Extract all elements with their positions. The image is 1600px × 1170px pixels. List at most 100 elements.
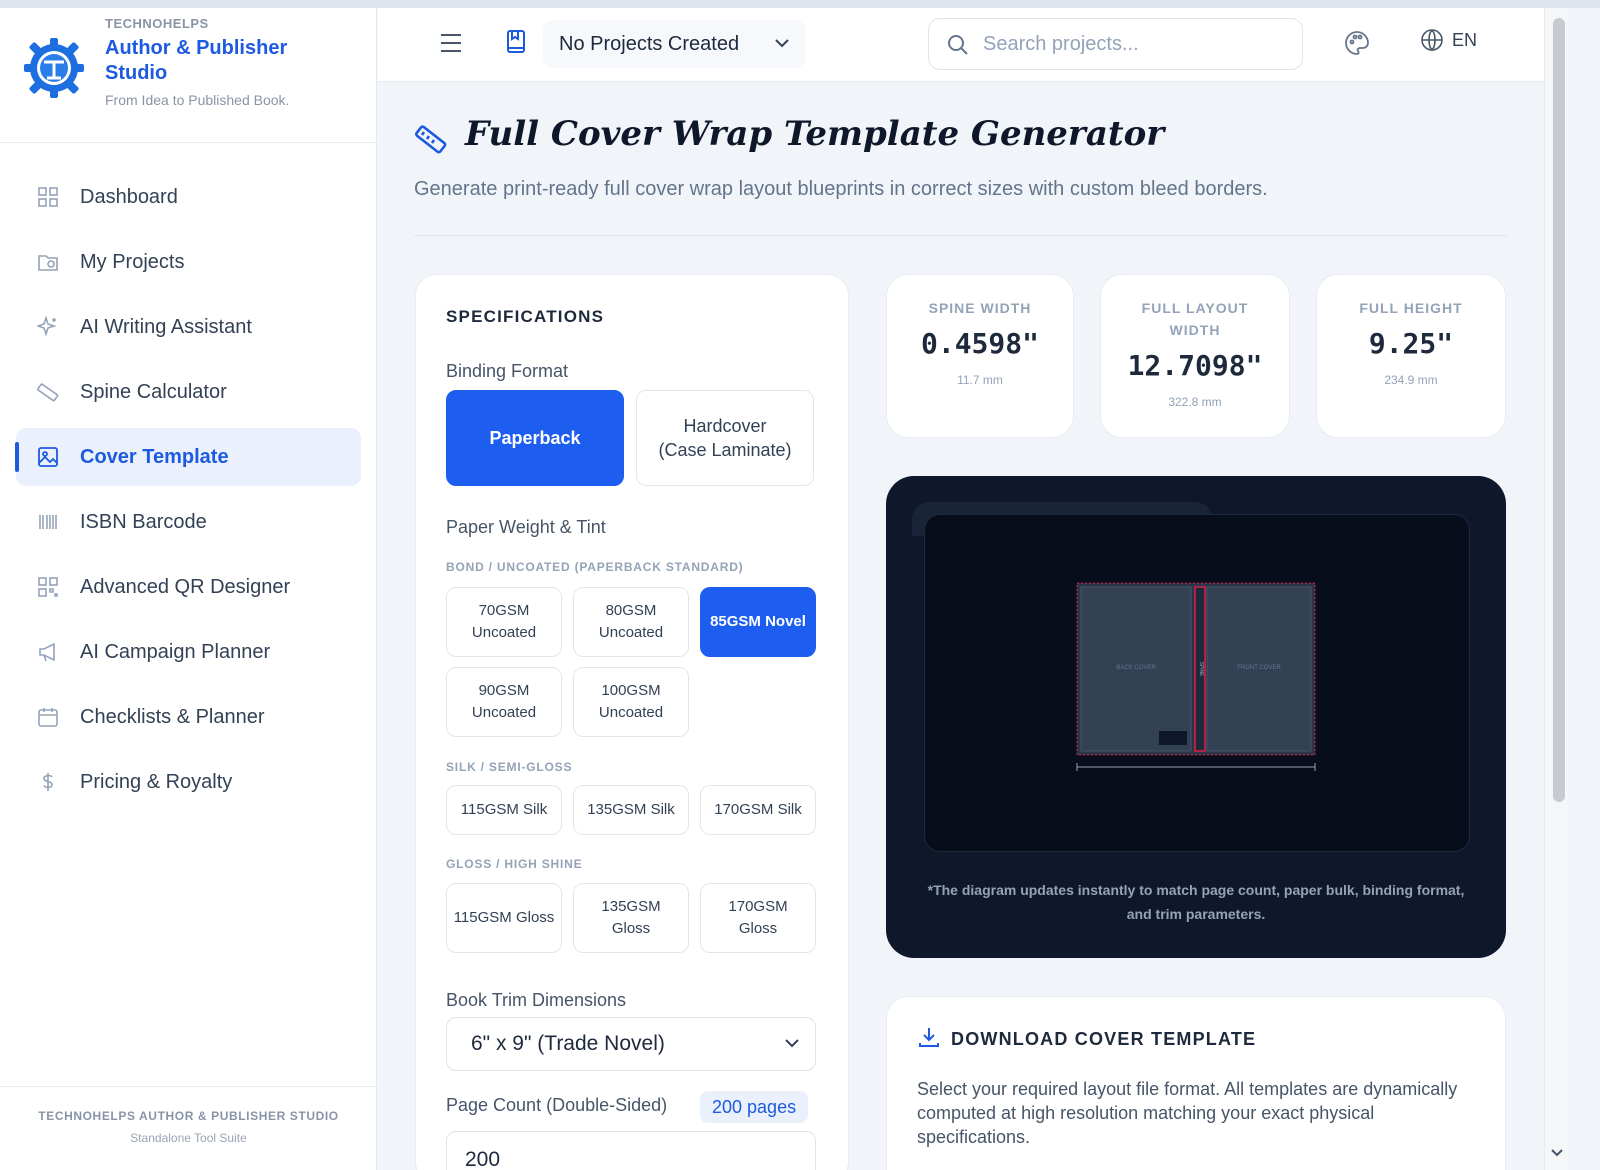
front-cover-label: FRONT COVER [1237, 665, 1281, 671]
dollar-icon [36, 770, 60, 794]
page-count-label: Page Count (Double-Sided) [446, 1095, 668, 1115]
specifications-heading: SPECIFICATIONS [446, 307, 605, 326]
trim-size-value: 6" x 9" (Trade Novel) [471, 1032, 665, 1055]
palette-icon[interactable] [1344, 30, 1370, 56]
footer-title: TECHNOHELPS AUTHOR & PUBLISHER STUDIO [38, 1109, 339, 1123]
window-top-strip [0, 0, 1600, 8]
stat-label: FULL HEIGHT [1359, 300, 1463, 316]
spine-label: SPINE [1198, 661, 1204, 677]
sidebar-item-label: Advanced QR Designer [80, 575, 291, 598]
search-icon [948, 35, 968, 55]
download-heading: DOWNLOAD COVER TEMPLATE [951, 1029, 1257, 1049]
brand-name[interactable]: Author & Publisher Studio [105, 36, 325, 86]
hamburger-menu-icon[interactable] [438, 30, 464, 56]
brand-company: TECHNOHELPS [105, 16, 209, 31]
brand-tagline: From Idea to Published Book. [105, 92, 290, 108]
ruler-icon [414, 125, 447, 154]
sidebar-item-spine-calculator[interactable]: Spine Calculator [16, 363, 361, 421]
scrollbar-thumb[interactable] [1553, 18, 1565, 802]
paper-100gsm-uncoated-button[interactable]: 100GSM Uncoated [573, 667, 689, 737]
group-label-bond-uncoated: BOND / UNCOATED (PAPERBACK STANDARD) [446, 560, 744, 574]
globe-icon [1421, 29, 1443, 52]
projects-icon [36, 250, 60, 274]
group-label-gloss: GLOSS / HIGH SHINE [446, 857, 583, 871]
full-height-stat: FULL HEIGHT 9.25" 234.9 mm [1316, 274, 1506, 438]
sidebar-item-isbn-barcode[interactable]: ISBN Barcode [16, 493, 361, 551]
ruler-icon [36, 380, 60, 404]
paperback-button[interactable]: Paperback [446, 390, 624, 486]
paper-135gsm-silk-button[interactable]: 135GSM Silk [573, 785, 689, 835]
sidebar-item-label: Cover Template [80, 445, 229, 468]
sidebar-item-label: Spine Calculator [80, 380, 227, 403]
search-box [928, 18, 1303, 70]
group-label-silk: SILK / SEMI-GLOSS [446, 760, 573, 774]
paper-70gsm-uncoated-button[interactable]: 70GSM Uncoated [446, 587, 562, 657]
footer-subtitle: Standalone Tool Suite [130, 1131, 247, 1145]
sidebar-nav: Dashboard My Projects AI Writing Assista… [15, 168, 361, 818]
sidebar-item-ai-writing-assistant[interactable]: AI Writing Assistant [16, 298, 361, 356]
paper-170gsm-gloss-button[interactable]: 170GSM Gloss [700, 883, 816, 953]
project-select-value: No Projects Created [559, 32, 740, 55]
cover-wrap-diagram: BACK COVER FRONT COVER SPINE [1076, 582, 1316, 771]
paper-weight-label: Paper Weight & Tint [446, 517, 606, 537]
download-description: Select your required layout file format.… [917, 1079, 1458, 1147]
sidebar-item-my-projects[interactable]: My Projects [16, 233, 361, 291]
paper-115gsm-gloss-button[interactable]: 115GSM Gloss [446, 883, 562, 953]
header-divider [414, 235, 1508, 236]
sidebar-item-ai-campaign-planner[interactable]: AI Campaign Planner [16, 623, 361, 681]
project-select[interactable]: No Projects Created [543, 20, 805, 68]
image-icon [36, 445, 60, 469]
stat-value: 9.25" [1368, 327, 1454, 360]
page-count-input[interactable]: 200 [446, 1131, 816, 1170]
sidebar-item-label: AI Writing Assistant [80, 315, 252, 338]
search-input[interactable] [983, 29, 1283, 59]
specifications-card: SPECIFICATIONS Binding Format Paperback … [415, 274, 849, 1170]
page-scrollbar[interactable] [1544, 8, 1568, 1170]
megaphone-icon [36, 640, 60, 664]
paper-80gsm-uncoated-button[interactable]: 80GSM Uncoated [573, 587, 689, 657]
trim-dimensions-label: Book Trim Dimensions [446, 990, 627, 1010]
sidebar-item-dashboard[interactable]: Dashboard [16, 168, 361, 226]
sidebar-item-advanced-qr-designer[interactable]: Advanced QR Designer [16, 558, 361, 616]
sidebar-item-label: AI Campaign Planner [80, 640, 271, 663]
sidebar-item-cover-template[interactable]: Cover Template [15, 428, 361, 486]
sidebar-item-checklists-planner[interactable]: Checklists & Planner [16, 688, 361, 746]
preview-note: *The diagram updates instantly to match … [927, 882, 1465, 922]
sidebar-item-pricing-royalty[interactable]: Pricing & Royalty [16, 753, 361, 811]
sidebar: TECHNOHELPS Author & Publisher Studio Fr… [0, 8, 377, 1170]
sparkle-icon [36, 315, 60, 339]
trim-size-select[interactable]: 6" x 9" (Trade Novel) [446, 1017, 816, 1071]
gear-logo-icon [24, 38, 84, 98]
download-template-card: DOWNLOAD COVER TEMPLATE Select your requ… [886, 996, 1506, 1170]
paper-85gsm-novel-button[interactable]: 85GSM Novel [700, 587, 816, 657]
scroll-down-arrow-icon[interactable] [1551, 1148, 1563, 1158]
stat-value: 0.4598" [920, 327, 1039, 360]
book-icon [507, 30, 525, 53]
page-title: Full Cover Wrap Template Generator [465, 114, 1165, 154]
full-layout-width-stat: FULL LAYOUT WIDTH 12.7098" 322.8 mm [1100, 274, 1290, 438]
sidebar-item-label: ISBN Barcode [80, 510, 207, 533]
brand-header: TECHNOHELPS Author & Publisher Studio Fr… [0, 8, 377, 143]
hardcover-button[interactable]: Hardcover (Case Laminate) [636, 390, 814, 486]
cover-preview-panel: BACK COVER FRONT COVER SPINE *The diagra… [886, 476, 1506, 958]
chevron-down-icon [775, 39, 789, 48]
language-selector[interactable]: EN [1420, 28, 1477, 52]
paper-170gsm-silk-button[interactable]: 170GSM Silk [700, 785, 816, 835]
back-cover-label: BACK COVER [1116, 665, 1156, 671]
sidebar-item-label: Pricing & Royalty [80, 770, 233, 793]
qr-icon [36, 575, 60, 599]
sidebar-footer: TECHNOHELPS AUTHOR & PUBLISHER STUDIO St… [0, 1086, 377, 1170]
stat-label: SPINE WIDTH [928, 300, 1032, 316]
language-label: EN [1452, 29, 1478, 50]
paper-135gsm-gloss-button[interactable]: 135GSM Gloss [573, 883, 689, 953]
paper-90gsm-uncoated-button[interactable]: 90GSM Uncoated [446, 667, 562, 737]
paper-115gsm-silk-button[interactable]: 115GSM Silk [446, 785, 562, 835]
barcode-icon [36, 510, 60, 534]
page-subtitle: Generate print-ready full cover wrap lay… [414, 178, 1268, 200]
binding-format-label: Binding Format [446, 361, 569, 381]
stat-mm: 322.8 mm [1168, 395, 1222, 409]
spine-width-stat: SPINE WIDTH 0.4598" 11.7 mm [886, 274, 1074, 438]
dashboard-icon [36, 185, 60, 209]
sidebar-item-label: Dashboard [80, 185, 178, 208]
stat-value: 12.7098" [1127, 349, 1263, 382]
